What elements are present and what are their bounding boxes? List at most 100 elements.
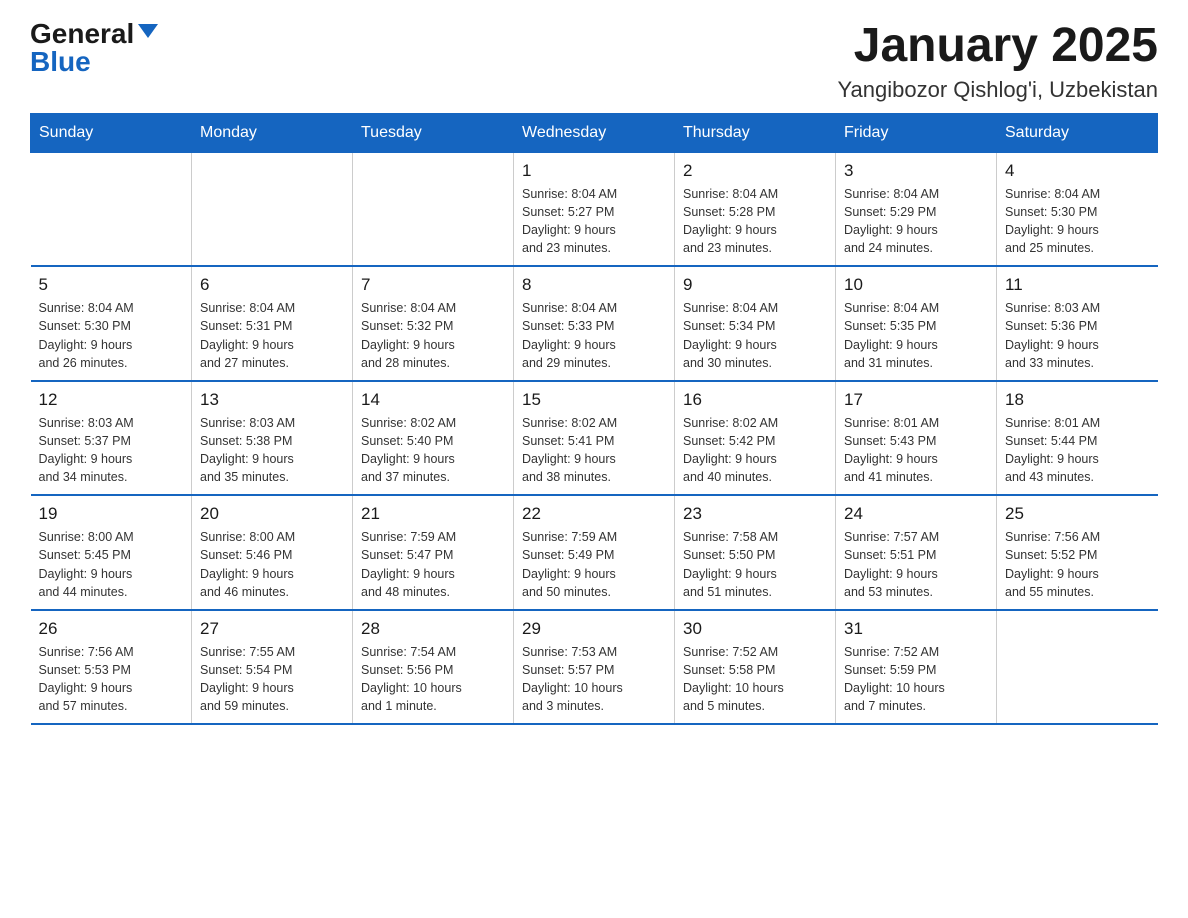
calendar-week-row: 26Sunrise: 7:56 AM Sunset: 5:53 PM Dayli… [31, 610, 1158, 725]
day-info: Sunrise: 8:04 AM Sunset: 5:27 PM Dayligh… [522, 185, 666, 258]
day-info: Sunrise: 8:04 AM Sunset: 5:30 PM Dayligh… [1005, 185, 1150, 258]
calendar-cell: 22 Sunrise: 7:59 AM Sunset: 5:49 PM Dayli… [514, 495, 675, 610]
calendar-cell: 8 Sunrise: 8:04 AM Sunset: 5:33 PM Daylig… [514, 266, 675, 381]
calendar-cell: 15 Sunrise: 8:02 AM Sunset: 5:41 PM Dayli… [514, 381, 675, 496]
calendar-cell: 26Sunrise: 7:56 AM Sunset: 5:53 PM Dayli… [31, 610, 192, 725]
day-number: 24 [844, 504, 988, 524]
logo: General Blue [30, 20, 158, 76]
header-saturday: Saturday [997, 113, 1158, 152]
day-info: Sunrise: 8:02 AM Sunset: 5:40 PM Dayligh… [361, 414, 505, 487]
day-number: 20 [200, 504, 344, 524]
day-number: 4 [1005, 161, 1150, 181]
day-number: 16 [683, 390, 827, 410]
day-info: Sunrise: 7:58 AM Sunset: 5:50 PM Dayligh… [683, 528, 827, 601]
calendar-cell: 24Sunrise: 7:57 AM Sunset: 5:51 PM Dayli… [836, 495, 997, 610]
calendar-cell: 27 Sunrise: 7:55 AM Sunset: 5:54 PM Dayli… [192, 610, 353, 725]
calendar-cell: 28 Sunrise: 7:54 AM Sunset: 5:56 PM Dayli… [353, 610, 514, 725]
day-info: Sunrise: 7:52 AM Sunset: 5:58 PM Dayligh… [683, 643, 827, 716]
day-number: 19 [39, 504, 184, 524]
day-number: 29 [522, 619, 666, 639]
day-number: 17 [844, 390, 988, 410]
day-info: Sunrise: 8:04 AM Sunset: 5:35 PM Dayligh… [844, 299, 988, 372]
day-number: 9 [683, 275, 827, 295]
day-info: Sunrise: 8:04 AM Sunset: 5:32 PM Dayligh… [361, 299, 505, 372]
calendar-cell: 21 Sunrise: 7:59 AM Sunset: 5:47 PM Dayli… [353, 495, 514, 610]
calendar-cell: 29Sunrise: 7:53 AM Sunset: 5:57 PM Dayli… [514, 610, 675, 725]
day-info: Sunrise: 8:04 AM Sunset: 5:31 PM Dayligh… [200, 299, 344, 372]
calendar-week-row: 19 Sunrise: 8:00 AM Sunset: 5:45 PM Dayli… [31, 495, 1158, 610]
day-info: Sunrise: 8:00 AM Sunset: 5:46 PM Dayligh… [200, 528, 344, 601]
logo-triangle-icon [138, 24, 158, 38]
day-number: 15 [522, 390, 666, 410]
calendar-week-row: 12Sunrise: 8:03 AM Sunset: 5:37 PM Dayli… [31, 381, 1158, 496]
header-sunday: Sunday [31, 113, 192, 152]
calendar-cell: 23 Sunrise: 7:58 AM Sunset: 5:50 PM Dayli… [675, 495, 836, 610]
day-number: 23 [683, 504, 827, 524]
header-thursday: Thursday [675, 113, 836, 152]
day-info: Sunrise: 8:04 AM Sunset: 5:28 PM Dayligh… [683, 185, 827, 258]
day-info: Sunrise: 7:52 AM Sunset: 5:59 PM Dayligh… [844, 643, 988, 716]
calendar-cell: 16 Sunrise: 8:02 AM Sunset: 5:42 PM Dayli… [675, 381, 836, 496]
day-number: 7 [361, 275, 505, 295]
day-info: Sunrise: 7:56 AM Sunset: 5:53 PM Dayligh… [39, 643, 184, 716]
day-number: 22 [522, 504, 666, 524]
day-info: Sunrise: 8:01 AM Sunset: 5:44 PM Dayligh… [1005, 414, 1150, 487]
calendar-cell: 17Sunrise: 8:01 AM Sunset: 5:43 PM Dayli… [836, 381, 997, 496]
calendar-cell: 7 Sunrise: 8:04 AM Sunset: 5:32 PM Daylig… [353, 266, 514, 381]
calendar-cell: 11Sunrise: 8:03 AM Sunset: 5:36 PM Dayli… [997, 266, 1158, 381]
calendar-cell: 2Sunrise: 8:04 AM Sunset: 5:28 PM Daylig… [675, 152, 836, 266]
day-number: 10 [844, 275, 988, 295]
calendar-cell: 9 Sunrise: 8:04 AM Sunset: 5:34 PM Daylig… [675, 266, 836, 381]
logo-general: General [30, 20, 134, 48]
calendar-cell: 5 Sunrise: 8:04 AM Sunset: 5:30 PM Daylig… [31, 266, 192, 381]
calendar-cell: 12Sunrise: 8:03 AM Sunset: 5:37 PM Dayli… [31, 381, 192, 496]
day-info: Sunrise: 8:03 AM Sunset: 5:38 PM Dayligh… [200, 414, 344, 487]
day-number: 30 [683, 619, 827, 639]
calendar-cell: 4 Sunrise: 8:04 AM Sunset: 5:30 PM Daylig… [997, 152, 1158, 266]
calendar-cell [31, 152, 192, 266]
day-info: Sunrise: 8:04 AM Sunset: 5:30 PM Dayligh… [39, 299, 184, 372]
day-info: Sunrise: 7:55 AM Sunset: 5:54 PM Dayligh… [200, 643, 344, 716]
day-info: Sunrise: 7:59 AM Sunset: 5:49 PM Dayligh… [522, 528, 666, 601]
calendar-week-row: 5 Sunrise: 8:04 AM Sunset: 5:30 PM Daylig… [31, 266, 1158, 381]
day-number: 5 [39, 275, 184, 295]
calendar-cell: 30 Sunrise: 7:52 AM Sunset: 5:58 PM Dayli… [675, 610, 836, 725]
day-info: Sunrise: 8:00 AM Sunset: 5:45 PM Dayligh… [39, 528, 184, 601]
header-friday: Friday [836, 113, 997, 152]
day-number: 25 [1005, 504, 1150, 524]
day-number: 21 [361, 504, 505, 524]
day-number: 8 [522, 275, 666, 295]
day-info: Sunrise: 8:04 AM Sunset: 5:34 PM Dayligh… [683, 299, 827, 372]
logo-blue: Blue [30, 48, 91, 76]
day-number: 27 [200, 619, 344, 639]
calendar-cell: 18Sunrise: 8:01 AM Sunset: 5:44 PM Dayli… [997, 381, 1158, 496]
calendar-subtitle: Yangibozor Qishlog'i, Uzbekistan [837, 77, 1158, 103]
calendar-cell: 3 Sunrise: 8:04 AM Sunset: 5:29 PM Daylig… [836, 152, 997, 266]
day-number: 6 [200, 275, 344, 295]
header-tuesday: Tuesday [353, 113, 514, 152]
day-number: 14 [361, 390, 505, 410]
day-info: Sunrise: 8:02 AM Sunset: 5:41 PM Dayligh… [522, 414, 666, 487]
day-number: 28 [361, 619, 505, 639]
calendar-cell: 20 Sunrise: 8:00 AM Sunset: 5:46 PM Dayli… [192, 495, 353, 610]
day-number: 13 [200, 390, 344, 410]
calendar-cell [997, 610, 1158, 725]
title-area: January 2025 Yangibozor Qishlog'i, Uzbek… [837, 20, 1158, 103]
day-info: Sunrise: 8:04 AM Sunset: 5:33 PM Dayligh… [522, 299, 666, 372]
day-info: Sunrise: 8:02 AM Sunset: 5:42 PM Dayligh… [683, 414, 827, 487]
calendar-table: Sunday Monday Tuesday Wednesday Thursday… [30, 113, 1158, 726]
calendar-header-row: Sunday Monday Tuesday Wednesday Thursday… [31, 113, 1158, 152]
header-monday: Monday [192, 113, 353, 152]
day-number: 3 [844, 161, 988, 181]
day-number: 12 [39, 390, 184, 410]
day-number: 31 [844, 619, 988, 639]
calendar-cell: 25Sunrise: 7:56 AM Sunset: 5:52 PM Dayli… [997, 495, 1158, 610]
day-info: Sunrise: 7:59 AM Sunset: 5:47 PM Dayligh… [361, 528, 505, 601]
page-header: General Blue January 2025 Yangibozor Qis… [30, 20, 1158, 103]
day-info: Sunrise: 7:54 AM Sunset: 5:56 PM Dayligh… [361, 643, 505, 716]
header-wednesday: Wednesday [514, 113, 675, 152]
day-info: Sunrise: 8:04 AM Sunset: 5:29 PM Dayligh… [844, 185, 988, 258]
calendar-cell: 6 Sunrise: 8:04 AM Sunset: 5:31 PM Daylig… [192, 266, 353, 381]
calendar-cell: 1Sunrise: 8:04 AM Sunset: 5:27 PM Daylig… [514, 152, 675, 266]
calendar-week-row: 1Sunrise: 8:04 AM Sunset: 5:27 PM Daylig… [31, 152, 1158, 266]
